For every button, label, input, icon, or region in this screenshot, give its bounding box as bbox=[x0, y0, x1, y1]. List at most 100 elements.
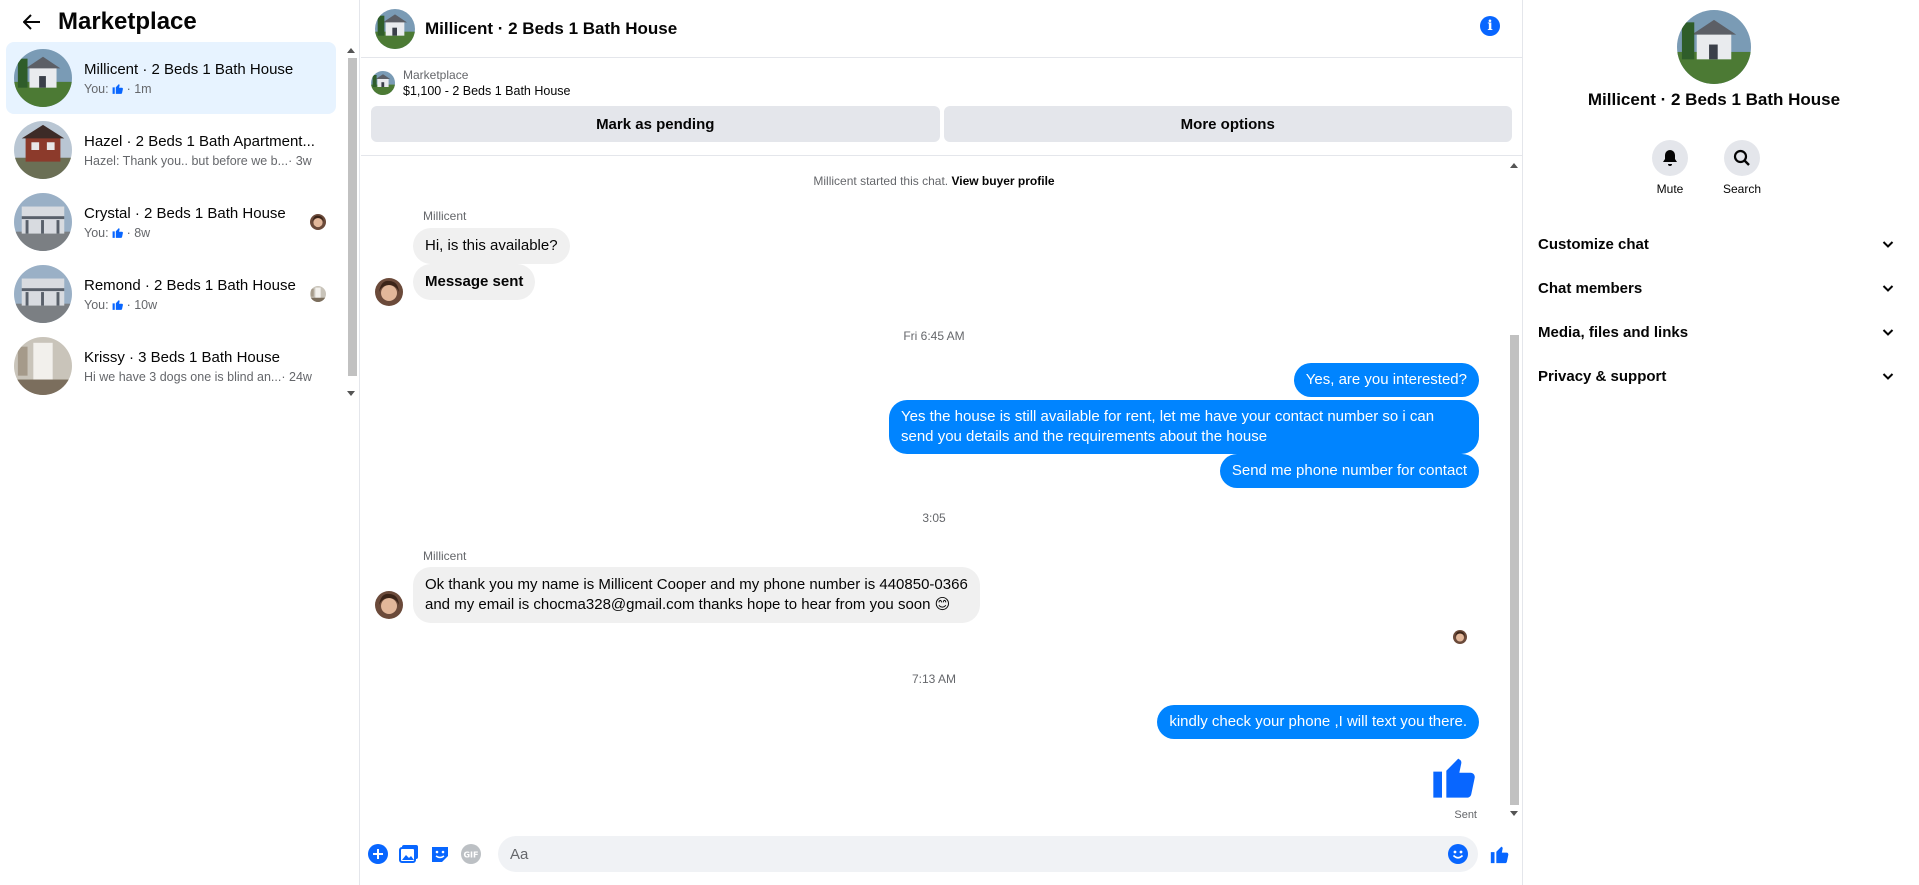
mark-as-pending-button[interactable]: Mark as pending bbox=[371, 106, 940, 142]
thumbs-up-icon bbox=[111, 82, 125, 95]
chevron-down-icon bbox=[1882, 329, 1894, 336]
preview-text: Hazel: Thank you.. but before we b... bbox=[84, 153, 289, 168]
conversation-list: Millicent · 2 Beds 1 Bath House You: · 1… bbox=[6, 42, 336, 402]
preview-text: You: bbox=[84, 81, 109, 96]
outgoing-message[interactable]: Send me phone number for contact bbox=[1219, 454, 1479, 488]
seen-avatar bbox=[310, 214, 326, 230]
listing-thumbnail bbox=[14, 49, 72, 107]
sender-avatar[interactable] bbox=[375, 278, 403, 306]
message-thread: Millicent started this chat. View buyer … bbox=[361, 157, 1507, 822]
search-button[interactable]: Search bbox=[1723, 140, 1761, 196]
thumbs-up-icon bbox=[111, 226, 125, 239]
more-options-button[interactable]: More options bbox=[943, 106, 1512, 142]
chat-pane: Millicent · 2 Beds 1 Bath House i Market… bbox=[361, 0, 1523, 885]
listing-thumbnail bbox=[14, 121, 72, 179]
chevron-down-icon bbox=[1882, 285, 1894, 292]
sender-avatar[interactable] bbox=[375, 591, 403, 619]
scroll-up-arrow-icon[interactable] bbox=[1510, 163, 1518, 168]
sender-name: Millicent bbox=[423, 209, 467, 223]
chat-header: Millicent · 2 Beds 1 Bath House i bbox=[361, 0, 1522, 58]
sidebar-scrollbar[interactable] bbox=[346, 44, 358, 404]
outgoing-message[interactable]: kindly check your phone ,I will text you… bbox=[1157, 705, 1479, 739]
details-sections: Customize chat Chat members Media, files… bbox=[1538, 222, 1894, 398]
outgoing-message[interactable]: Yes the house is still available for ren… bbox=[889, 400, 1479, 454]
bell-icon[interactable] bbox=[1652, 140, 1688, 176]
incoming-message[interactable]: Hi, is this available? bbox=[413, 228, 570, 264]
details-title: Millicent · 2 Beds 1 Bath House bbox=[1587, 90, 1841, 109]
section-media-files-links[interactable]: Media, files and links bbox=[1538, 310, 1894, 354]
timestamp-separator: Fri 6:45 AM bbox=[903, 329, 965, 343]
section-chat-members[interactable]: Chat members bbox=[1538, 266, 1894, 310]
listing-thumbnail bbox=[14, 265, 72, 323]
conversation-preview: You: · 1m bbox=[84, 82, 316, 96]
thumbs-up-icon bbox=[111, 298, 125, 311]
section-label: Media, files and links bbox=[1538, 323, 1689, 341]
search-icon[interactable] bbox=[1724, 140, 1760, 176]
view-buyer-profile-link[interactable]: View buyer profile bbox=[951, 174, 1054, 188]
conversation-title: Crystal · 2 Beds 1 Bath House bbox=[84, 204, 286, 222]
chat-start-notice: Millicent started this chat. View buyer … bbox=[361, 174, 1507, 188]
outgoing-message[interactable]: Yes, are you interested? bbox=[1293, 363, 1479, 397]
sidebar-header: Marketplace bbox=[0, 0, 359, 44]
incoming-message[interactable]: Ok thank you my name is Millicent Cooper… bbox=[413, 567, 980, 623]
conversation-title: Remond · 2 Beds 1 Bath House bbox=[84, 276, 296, 294]
preview-time: · 1m bbox=[126, 81, 152, 96]
section-label: Privacy & support bbox=[1538, 367, 1667, 385]
chevron-down-icon bbox=[1882, 373, 1894, 380]
sender-name: Millicent bbox=[423, 549, 467, 563]
conversation-title: Krissy · 3 Beds 1 Bath House bbox=[84, 348, 280, 366]
chevron-down-icon bbox=[1882, 241, 1894, 248]
thumbs-up-icon[interactable] bbox=[1429, 750, 1481, 802]
section-privacy-support[interactable]: Privacy & support bbox=[1538, 354, 1894, 398]
sidebar-title: Marketplace bbox=[58, 8, 197, 35]
incoming-message[interactable]: Message sent bbox=[413, 264, 536, 300]
listing-banner: Marketplace $1,100 - 2 Beds 1 Bath House… bbox=[361, 58, 1522, 156]
listing-price-title[interactable]: $1,100 - 2 Beds 1 Bath House bbox=[403, 84, 570, 98]
sticker-icon[interactable] bbox=[429, 843, 451, 865]
conversation-sidebar: Marketplace Millicent · 2 Beds 1 Bath Ho… bbox=[0, 0, 360, 885]
preview-time: · 10w bbox=[126, 297, 158, 312]
listing-thumbnail[interactable] bbox=[371, 71, 395, 95]
chat-title[interactable]: Millicent · 2 Beds 1 Bath House bbox=[425, 19, 677, 39]
gif-icon[interactable]: GIF bbox=[460, 843, 482, 865]
conversation-preview: You: · 10w bbox=[84, 298, 316, 312]
message-line: and my email is chocma328@gmail.com than… bbox=[425, 596, 951, 613]
message-line: Ok thank you my name is Millicent Cooper… bbox=[425, 576, 968, 593]
section-customize-chat[interactable]: Customize chat bbox=[1538, 222, 1894, 266]
thumbs-up-icon[interactable] bbox=[1489, 843, 1511, 865]
scrollbar-thumb[interactable] bbox=[1510, 335, 1519, 805]
arrow-left-icon[interactable] bbox=[20, 10, 44, 34]
chat-avatar[interactable] bbox=[375, 9, 415, 49]
conversation-item-remond[interactable]: Remond · 2 Beds 1 Bath House You: · 10w bbox=[6, 258, 336, 330]
mute-button[interactable]: Mute bbox=[1652, 140, 1688, 196]
conversation-title: Hazel · 2 Beds 1 Bath Apartment... bbox=[84, 132, 315, 150]
svg-text:GIF: GIF bbox=[463, 851, 478, 860]
info-icon[interactable]: i bbox=[1480, 16, 1500, 36]
preview-text: Hi we have 3 dogs one is blind an... bbox=[84, 369, 282, 384]
preview-time: · 24w bbox=[281, 369, 312, 384]
chat-scrollbar[interactable] bbox=[1507, 157, 1521, 822]
scroll-down-arrow-icon[interactable] bbox=[347, 391, 355, 396]
section-label: Chat members bbox=[1538, 279, 1643, 297]
chat-avatar-large[interactable] bbox=[1677, 10, 1751, 84]
conversation-item-hazel[interactable]: Hazel · 2 Beds 1 Bath Apartment... Hazel… bbox=[6, 114, 336, 186]
conversation-preview: Hazel: Thank you.. but before we b... · … bbox=[84, 154, 316, 168]
conversation-item-millicent[interactable]: Millicent · 2 Beds 1 Bath House You: · 1… bbox=[6, 42, 336, 114]
conversation-item-crystal[interactable]: Crystal · 2 Beds 1 Bath House You: · 8w bbox=[6, 186, 336, 258]
emoji-icon[interactable] bbox=[1448, 844, 1468, 864]
conversation-item-krissy[interactable]: Krissy · 3 Beds 1 Bath House Hi we have … bbox=[6, 330, 336, 402]
message-status: Sent bbox=[1454, 809, 1477, 821]
message-composer: GIF bbox=[361, 830, 1521, 878]
messenger-app: Marketplace Millicent · 2 Beds 1 Bath Ho… bbox=[0, 0, 1919, 885]
photo-icon[interactable] bbox=[398, 843, 420, 865]
scrollbar-thumb[interactable] bbox=[348, 58, 357, 376]
listing-source: Marketplace bbox=[403, 68, 469, 82]
preview-time: · 3w bbox=[288, 153, 312, 168]
scroll-down-arrow-icon[interactable] bbox=[1510, 811, 1518, 816]
section-label: Customize chat bbox=[1538, 235, 1649, 253]
scroll-up-arrow-icon[interactable] bbox=[347, 48, 355, 53]
plus-circle-icon[interactable] bbox=[367, 843, 389, 865]
message-input[interactable] bbox=[498, 836, 1398, 872]
message-input-wrapper bbox=[498, 836, 1478, 872]
seen-avatar bbox=[310, 286, 326, 302]
